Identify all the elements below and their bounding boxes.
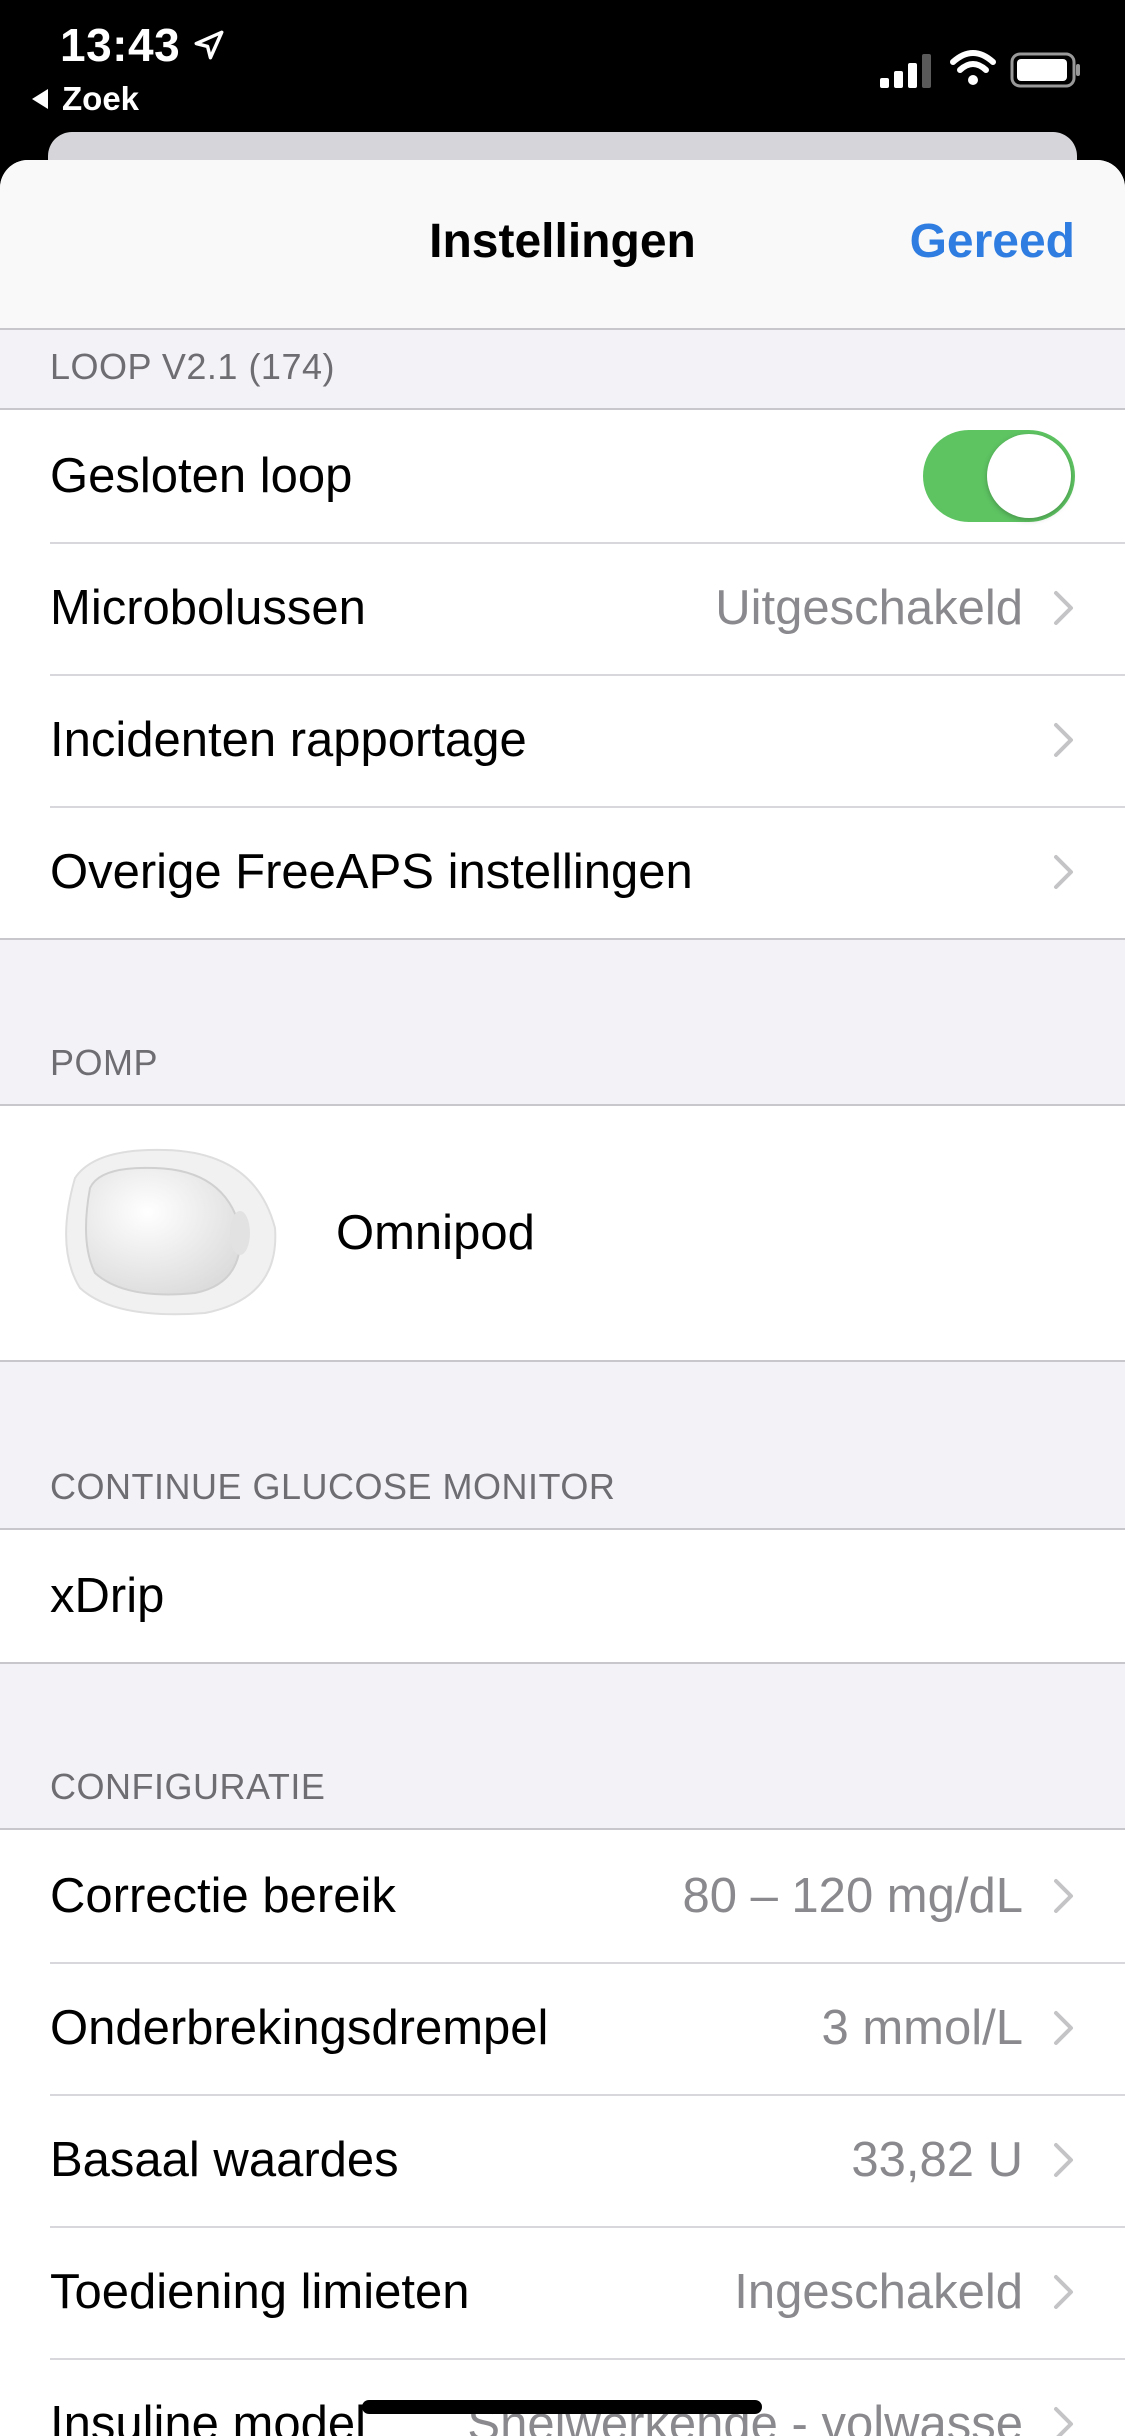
config-row-value: Ingeschakeld: [734, 2265, 1023, 2319]
correction-range-row[interactable]: Correctie bereik 80 – 120 mg/dL: [0, 1830, 1125, 1962]
other-settings-row[interactable]: Overige FreeAPS instellingen: [0, 806, 1125, 938]
back-to-app-link[interactable]: Zoek: [32, 80, 139, 118]
toggle-knob: [987, 434, 1071, 518]
closed-loop-label: Gesloten loop: [50, 449, 353, 503]
config-row-label: Onderbrekingsdrempel: [50, 2001, 549, 2055]
done-button[interactable]: Gereed: [910, 214, 1075, 269]
status-time: 13:43: [60, 19, 181, 71]
pump-name: Omnipod: [336, 1206, 535, 1260]
basal-rates-row[interactable]: Basaal waardes 33,82 U: [0, 2094, 1125, 2226]
suspend-threshold-row[interactable]: Onderbrekingsdrempel 3 mmol/L: [0, 1962, 1125, 2094]
pump-group: Omnipod: [0, 1104, 1125, 1362]
chevron-right-icon: [1054, 1879, 1073, 1913]
other-settings-label: Overige FreeAPS instellingen: [50, 845, 693, 899]
microbolus-value: Uitgeschakeld: [715, 581, 1023, 635]
section-header-pump: POMP: [50, 1042, 159, 1083]
battery-icon: [1010, 52, 1080, 88]
chevron-right-icon: [1054, 723, 1073, 757]
config-row-label: Toediening limieten: [50, 2265, 470, 2319]
back-triangle-icon: [32, 89, 48, 109]
cgm-name: xDrip: [50, 1569, 165, 1623]
section-header-loop: LOOP V2.1 (174): [50, 346, 335, 387]
pump-row[interactable]: Omnipod: [0, 1106, 1125, 1360]
screen: 13:43 Zoek Instellingen Gereed LOOP V2.1…: [0, 0, 1125, 2436]
cgm-row[interactable]: xDrip: [0, 1530, 1125, 1662]
omnipod-image: [65, 1148, 277, 1316]
wifi-icon: [950, 50, 996, 85]
signal-icon: [880, 54, 931, 88]
insulin-model-row[interactable]: Insuline model Snelwerkende - volwasse: [0, 2358, 1125, 2436]
location-arrow-icon: [194, 30, 224, 60]
microbolus-label: Microbolussen: [50, 581, 366, 635]
settings-sheet: Instellingen Gereed LOOP V2.1 (174) Gesl…: [0, 160, 1125, 2436]
closed-loop-row: Gesloten loop: [0, 410, 1125, 542]
chevron-right-icon: [1054, 2011, 1073, 2045]
section-header-cgm: CONTINUE GLUCOSE MONITOR: [50, 1466, 616, 1507]
config-row-label: Insuline model: [50, 2397, 366, 2436]
config-row-value: 80 – 120 mg/dL: [682, 1869, 1023, 1923]
navigation-bar: Instellingen Gereed: [0, 160, 1125, 330]
cgm-group: xDrip: [0, 1528, 1125, 1664]
back-app-label: Zoek: [62, 80, 140, 117]
microbolus-row[interactable]: Microbolussen Uitgeschakeld: [0, 542, 1125, 674]
home-indicator[interactable]: [362, 2400, 762, 2414]
status-bar: 13:43 Zoek: [0, 0, 1125, 130]
incidents-row[interactable]: Incidenten rapportage: [0, 674, 1125, 806]
config-row-value: 33,82 U: [851, 2133, 1023, 2187]
chevron-right-icon: [1054, 591, 1073, 625]
loop-group: Gesloten loop Microbolussen Uitgeschakel…: [0, 408, 1125, 940]
section-header-config: CONFIGURATIE: [50, 1766, 326, 1807]
incidents-label: Incidenten rapportage: [50, 713, 527, 767]
chevron-right-icon: [1054, 2143, 1073, 2177]
chevron-right-icon: [1054, 2407, 1073, 2436]
config-group: Correctie bereik 80 – 120 mg/dL Onderbre…: [0, 1828, 1125, 2436]
config-row-label: Correctie bereik: [50, 1869, 396, 1923]
config-row-value: 3 mmol/L: [821, 2001, 1023, 2055]
delivery-limits-row[interactable]: Toediening limieten Ingeschakeld: [0, 2226, 1125, 2358]
config-row-label: Basaal waardes: [50, 2133, 399, 2187]
chevron-right-icon: [1054, 2275, 1073, 2309]
closed-loop-toggle[interactable]: [923, 430, 1075, 522]
chevron-right-icon: [1054, 855, 1073, 889]
